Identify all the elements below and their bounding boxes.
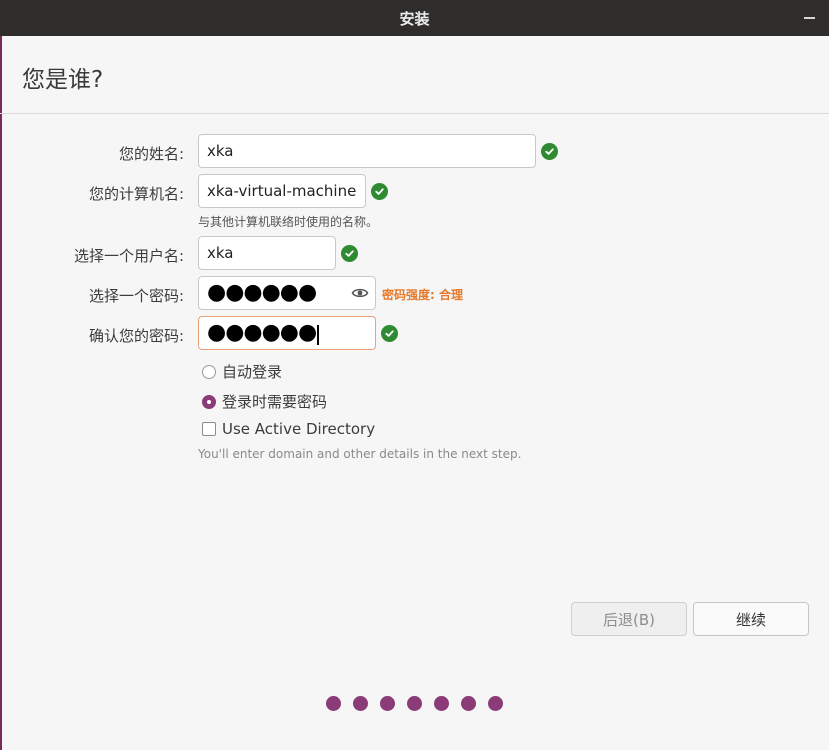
require-password-radio[interactable] bbox=[202, 394, 216, 409]
text-cursor bbox=[317, 324, 319, 345]
active-directory-label: Use Active Directory bbox=[222, 420, 376, 438]
page-title: 您是谁? bbox=[22, 67, 104, 93]
window-left-border bbox=[0, 36, 2, 750]
show-password-eye-icon[interactable] bbox=[351, 285, 369, 301]
minimize-icon[interactable] bbox=[804, 17, 815, 19]
username-field[interactable]: xka bbox=[198, 236, 336, 270]
continue-button[interactable]: 继续 bbox=[693, 602, 809, 636]
computer-name-valid-check-icon bbox=[371, 183, 388, 200]
active-directory-option[interactable]: Use Active Directory bbox=[202, 420, 375, 438]
computer-name-label: 您的计算机名: bbox=[88, 185, 184, 203]
progress-dot bbox=[353, 696, 368, 711]
password-strength-text: 密码强度: 合理 bbox=[382, 288, 463, 302]
active-directory-note: You'll enter domain and other details in… bbox=[198, 447, 522, 461]
name-field[interactable]: xka bbox=[198, 134, 536, 168]
confirm-password-label: 确认您的密码: bbox=[88, 327, 184, 345]
password-field[interactable]: ●●●●●● bbox=[198, 276, 376, 310]
username-valid-check-icon bbox=[341, 245, 358, 262]
progress-dot bbox=[326, 696, 341, 711]
progress-dot bbox=[461, 696, 476, 711]
page-header: 您是谁? bbox=[0, 36, 829, 114]
progress-dot bbox=[407, 696, 422, 711]
auto-login-radio[interactable] bbox=[202, 364, 216, 379]
password-masked-value: ●●●●●● bbox=[207, 280, 317, 305]
back-button[interactable]: 后退(B) bbox=[571, 602, 687, 636]
auto-login-option[interactable]: 自动登录 bbox=[202, 361, 282, 382]
password-label: 选择一个密码: bbox=[88, 287, 184, 305]
require-password-option[interactable]: 登录时需要密码 bbox=[202, 391, 327, 412]
confirm-password-masked-value: ●●●●●● bbox=[207, 320, 317, 345]
require-password-label: 登录时需要密码 bbox=[222, 393, 328, 411]
confirm-password-valid-check-icon bbox=[381, 325, 398, 342]
window-titlebar: 安装 bbox=[0, 0, 829, 36]
progress-dot bbox=[380, 696, 395, 711]
name-valid-check-icon bbox=[541, 143, 558, 160]
progress-dot bbox=[434, 696, 449, 711]
computer-name-hint: 与其他计算机联络时使用的名称。 bbox=[198, 215, 379, 229]
active-directory-checkbox[interactable] bbox=[202, 422, 216, 436]
username-label: 选择一个用户名: bbox=[73, 247, 184, 265]
confirm-password-field[interactable]: ●●●●●● bbox=[198, 316, 376, 350]
computer-name-field[interactable]: xka-virtual-machine bbox=[198, 174, 366, 208]
window-title: 安装 bbox=[399, 9, 430, 28]
name-label: 您的姓名: bbox=[118, 145, 184, 163]
progress-dot bbox=[488, 696, 503, 711]
auto-login-label: 自动登录 bbox=[222, 363, 283, 381]
install-progress-dots bbox=[326, 696, 503, 711]
